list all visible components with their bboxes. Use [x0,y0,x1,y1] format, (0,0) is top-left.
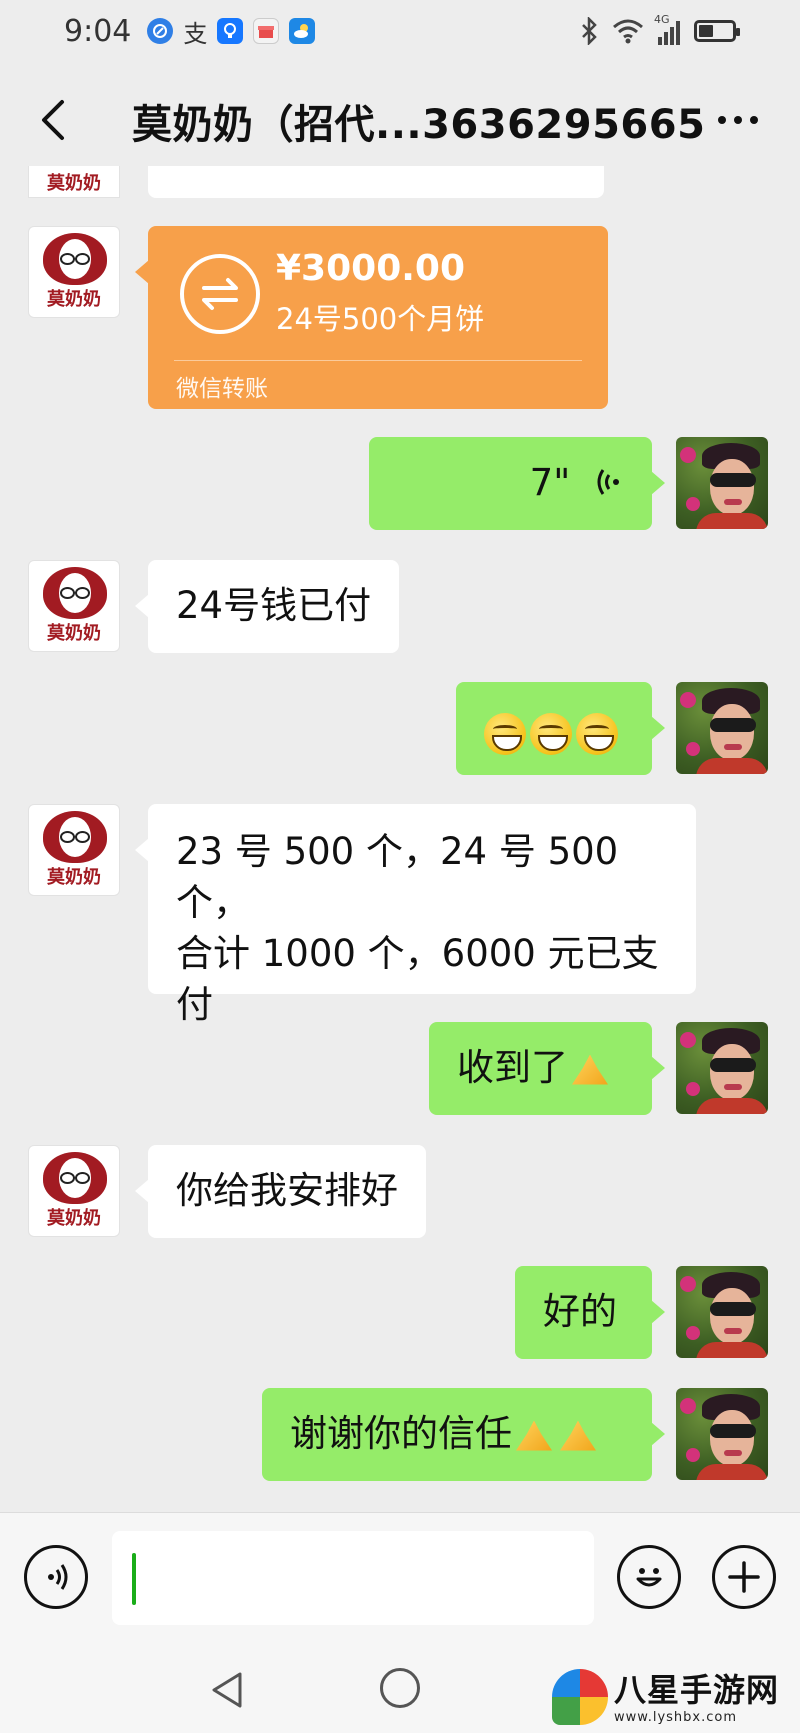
chevron-left-icon [42,100,64,140]
ok-hand-icon [568,1051,612,1089]
status-bar: 9:04 支 4G [0,0,800,62]
wifi-icon [613,19,643,44]
voice-input-button[interactable] [24,1545,88,1609]
site-watermark: 八星手游网 www.lyshbx.com [552,1666,792,1728]
transfer-label: 微信转账 [176,376,268,402]
grinning-face-icon [484,712,526,755]
user-avatar[interactable] [676,1266,768,1358]
voice-wave-icon [48,1564,68,1590]
message-input[interactable] [112,1531,594,1625]
contact-avatar[interactable]: 莫奶奶 [28,560,120,652]
plus-icon [728,1561,760,1593]
user-avatar[interactable] [676,1022,768,1114]
message-input-bar [0,1512,800,1640]
watermark-logo-icon [552,1669,608,1725]
message-bubble-incoming[interactable]: 你给我安排好 [135,1145,426,1238]
message-bubble-outgoing[interactable]: 谢谢你的信任 [262,1388,665,1481]
watermark-url: www.lyshbx.com [614,1709,737,1725]
voice-message-bubble[interactable]: 7" [369,437,665,530]
contact-avatar[interactable]: 莫奶奶 [28,804,120,896]
message-bubble-outgoing[interactable]: 收到了 [429,1022,665,1115]
avatar-brand-text: 莫奶奶 [47,623,101,644]
more-options-button[interactable] [710,98,766,142]
user-avatar[interactable] [676,437,768,529]
avatar-brand-text: 莫奶奶 [47,289,101,310]
more-dot-icon [734,116,742,124]
voice-duration: 7" [529,461,571,504]
avatar-brand-text: 莫奶奶 [47,867,101,888]
contact-avatar[interactable]: 莫奶奶 [28,226,120,318]
message-text: 好的 [543,1290,617,1333]
chat-title: 莫奶奶（招代...3636295665 [132,102,706,148]
message-bubble-outgoing[interactable] [456,682,665,775]
transfer-note: 24号500个月饼 [276,302,485,336]
transfer-card[interactable]: ¥3000.00 24号500个月饼 微信转账 [135,226,608,409]
ok-hand-icon [512,1417,556,1455]
message-text: 24号钱已付 [176,584,372,627]
message-text: 收到了 [457,1046,568,1089]
message-text-line: 23 号 500 个，24 号 500 个， [176,830,619,924]
alipay-icon: 支 [183,19,208,48]
bluetooth-icon [582,17,597,45]
chat-header: 莫奶奶（招代...3636295665 [0,70,800,170]
divider [174,360,582,361]
browser-icon [147,18,174,44]
watermark-title: 八星手游网 [614,1670,780,1709]
nav-home-icon[interactable] [380,1668,420,1708]
text-caret [132,1553,136,1605]
nav-back-icon[interactable] [210,1670,246,1710]
signal-icon: 4G [654,13,680,45]
smiley-face-icon [636,1568,662,1587]
avatar-brand-text: 莫奶奶 [47,173,101,194]
grinning-face-icon [530,712,572,755]
network-type: 4G [654,13,670,26]
gift-box-icon [253,18,280,44]
emoji-button[interactable] [617,1545,681,1609]
grinning-face-icon [576,712,618,755]
voice-wave-icon [596,459,622,511]
message-text: 谢谢你的信任 [290,1412,512,1455]
bulb-app-icon [217,18,244,44]
weather-icon [289,18,316,44]
message-bubble-incoming[interactable]: 24号钱已付 [134,560,400,653]
message-text: 你给我安排好 [176,1169,398,1212]
message-bubble-incoming[interactable]: 23 号 500 个，24 号 500 个， 合计 1000 个，6000 元已… [135,804,696,1026]
back-button[interactable] [28,92,78,148]
message-bubble-partial[interactable] [148,166,604,198]
avatar-brand-text: 莫奶奶 [47,1208,101,1229]
status-time: 9:04 [64,13,132,49]
contact-avatar[interactable]: 莫奶奶 [28,166,120,198]
more-dot-icon [750,116,758,124]
message-bubble-outgoing[interactable]: 好的 [515,1266,665,1359]
add-more-button[interactable] [712,1545,776,1609]
transfer-amount: ¥3000.00 [276,248,466,289]
contact-avatar[interactable]: 莫奶奶 [28,1145,120,1237]
message-text-line: 合计 1000 个，6000 元已支 [176,932,659,975]
battery-icon [694,20,740,42]
ok-hand-icon [556,1417,600,1455]
user-avatar[interactable] [676,682,768,774]
more-dot-icon [718,116,726,124]
transfer-arrows-icon [180,254,260,334]
user-avatar[interactable] [676,1388,768,1480]
